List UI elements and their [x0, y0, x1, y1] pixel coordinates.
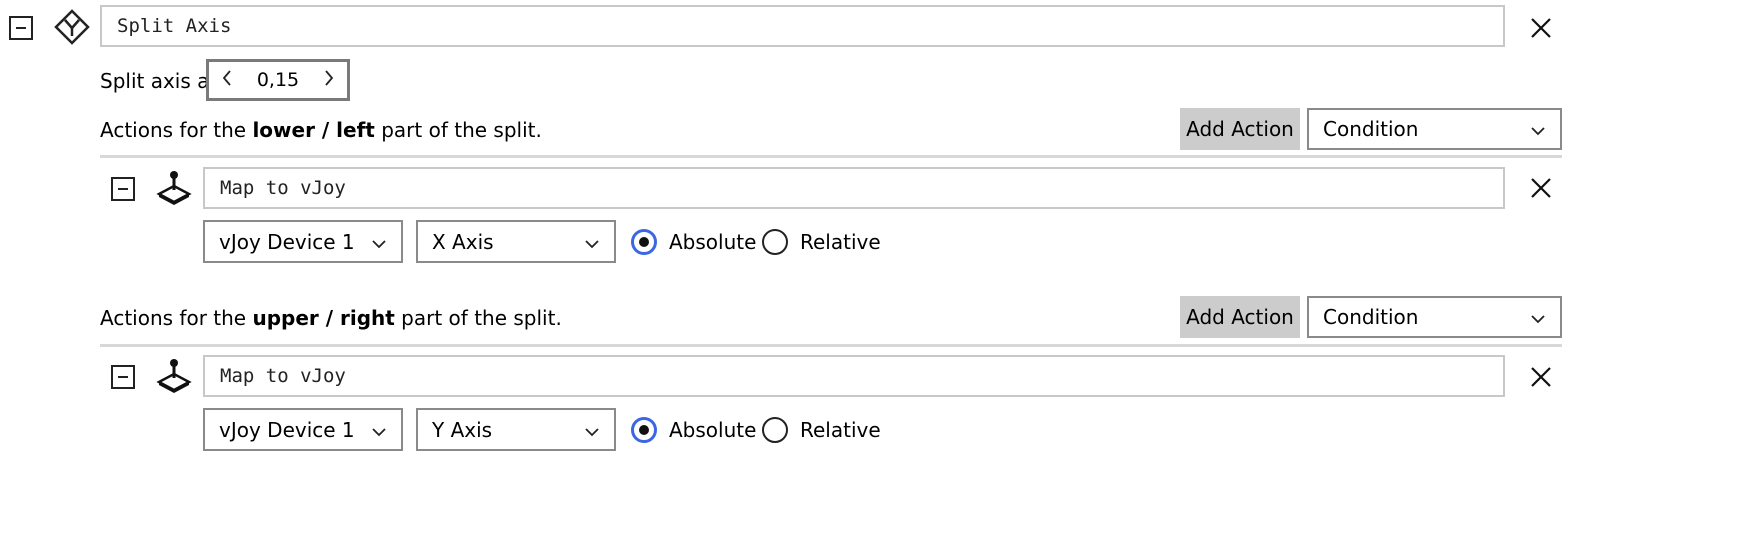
chevron-down-icon [371, 418, 387, 442]
upper-device-value: vJoy Device 1 [219, 417, 355, 442]
upper-relative-radio[interactable]: Relative [762, 416, 881, 444]
upper-relative-label: Relative [800, 418, 881, 442]
lower-add-action-button[interactable]: Add Action [1180, 108, 1300, 150]
lower-label-bold: lower / left [252, 118, 375, 142]
lower-label-suffix: part of the split. [374, 118, 542, 142]
upper-device-select[interactable]: vJoy Device 1 [203, 408, 403, 451]
upper-condition-value: Condition [1323, 305, 1419, 329]
collapse-upper-action-button[interactable] [111, 365, 135, 389]
lower-label-prefix: Actions for the [100, 118, 253, 142]
lower-action-title-field[interactable]: Map to vJoy [203, 167, 1505, 209]
upper-label-suffix: part of the split. [394, 306, 562, 330]
upper-axis-select[interactable]: Y Axis [416, 408, 616, 451]
upper-absolute-label: Absolute [669, 418, 757, 442]
lower-condition-select[interactable]: Condition [1307, 108, 1562, 150]
lower-condition-value: Condition [1323, 117, 1419, 141]
collapse-split-button[interactable] [9, 16, 33, 40]
lower-axis-value: X Axis [432, 229, 494, 254]
lower-relative-label: Relative [800, 230, 881, 254]
upper-add-action-button[interactable]: Add Action [1180, 296, 1300, 338]
chevron-down-icon [1530, 305, 1546, 329]
chevron-down-icon [584, 230, 600, 254]
chevron-down-icon [371, 230, 387, 254]
lower-device-select[interactable]: vJoy Device 1 [203, 220, 403, 263]
lower-absolute-radio[interactable]: Absolute [631, 228, 756, 256]
lower-separator [100, 155, 1562, 158]
upper-label-prefix: Actions for the [100, 306, 253, 330]
upper-condition-select[interactable]: Condition [1307, 296, 1562, 338]
split-axis-icon [54, 9, 90, 45]
close-lower-action-icon[interactable] [1525, 172, 1557, 204]
upper-action-title-field[interactable]: Map to vJoy [203, 355, 1505, 397]
joystick-icon [155, 170, 193, 206]
lower-absolute-label: Absolute [669, 230, 757, 254]
radio-unselected-icon[interactable] [762, 229, 788, 255]
collapse-lower-action-button[interactable] [111, 177, 135, 201]
split-axis-at-label: Split axis at [100, 69, 218, 93]
split-axis-title-field[interactable]: Split Axis [100, 5, 1505, 47]
split-value-stepper[interactable]: 0,15 [206, 59, 350, 101]
upper-section-label: Actions for the upper / right part of th… [100, 298, 562, 338]
lower-axis-select[interactable]: X Axis [416, 220, 616, 263]
chevron-down-icon [584, 418, 600, 442]
close-split-icon[interactable] [1525, 12, 1557, 44]
chevron-left-icon[interactable] [221, 69, 233, 92]
upper-label-bold: upper / right [252, 306, 395, 330]
radio-selected-icon[interactable] [631, 417, 657, 443]
lower-section-label: Actions for the lower / left part of the… [100, 110, 542, 150]
joystick-icon [155, 358, 193, 394]
lower-relative-radio[interactable]: Relative [762, 228, 881, 256]
upper-separator [100, 344, 1562, 347]
radio-selected-icon[interactable] [631, 229, 657, 255]
split-value[interactable]: 0,15 [257, 69, 299, 91]
chevron-right-icon[interactable] [323, 69, 335, 92]
close-upper-action-icon[interactable] [1525, 361, 1557, 393]
upper-axis-value: Y Axis [432, 417, 493, 442]
lower-device-value: vJoy Device 1 [219, 229, 355, 254]
upper-absolute-radio[interactable]: Absolute [631, 416, 756, 444]
radio-unselected-icon[interactable] [762, 417, 788, 443]
chevron-down-icon [1530, 117, 1546, 141]
